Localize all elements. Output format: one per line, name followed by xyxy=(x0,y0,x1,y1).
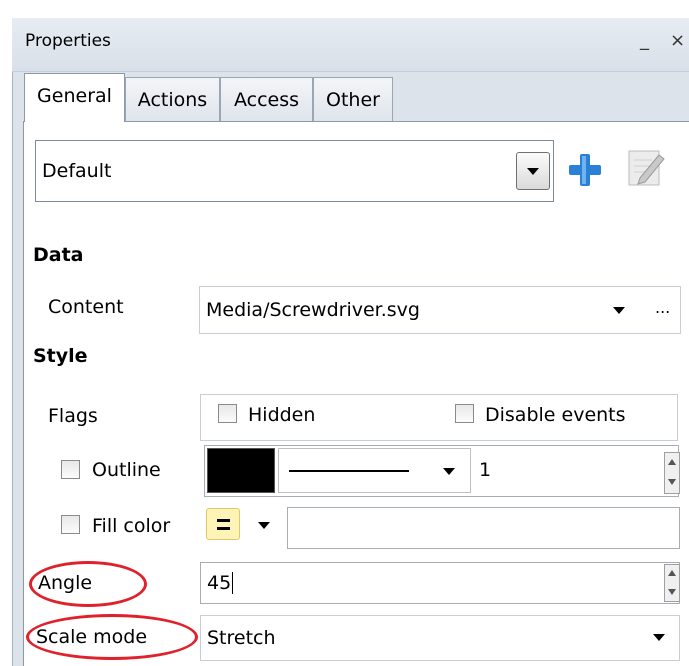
fill-color-field[interactable] xyxy=(287,507,680,549)
chevron-down-icon xyxy=(527,168,539,175)
angle-input[interactable]: 45 xyxy=(200,562,680,604)
outline-width-value[interactable]: 1 xyxy=(479,459,491,481)
preset-dropdown-button[interactable] xyxy=(516,152,550,190)
outline-color-swatch[interactable] xyxy=(207,448,275,493)
disable-events-label: Disable events xyxy=(485,404,626,426)
outline-style-combo[interactable] xyxy=(278,448,471,493)
fill-color-checkbox[interactable] xyxy=(61,515,80,534)
fill-mode-button[interactable] xyxy=(206,508,240,540)
content-label: Content xyxy=(48,296,124,318)
minimize-button[interactable]: _ xyxy=(640,30,649,51)
add-icon[interactable] xyxy=(565,150,605,190)
outline-label: Outline xyxy=(92,459,161,481)
close-button[interactable]: × xyxy=(670,30,685,51)
content-value: Media/Screwdriver.svg xyxy=(206,299,420,321)
angle-label: Angle xyxy=(38,572,93,594)
tab-general[interactable]: General xyxy=(24,73,125,122)
flags-label: Flags xyxy=(48,405,98,427)
section-data: Data xyxy=(33,244,84,266)
line-style-preview xyxy=(289,470,409,472)
fill-mode-dropdown-icon[interactable] xyxy=(258,522,270,529)
angle-spinner[interactable] xyxy=(664,564,680,602)
tab-access[interactable]: Access xyxy=(220,77,313,121)
hidden-checkbox[interactable] xyxy=(218,404,237,423)
chevron-down-icon xyxy=(443,468,455,475)
scale-mode-select[interactable]: Stretch xyxy=(200,615,680,661)
title-bar xyxy=(12,18,689,72)
tab-actions[interactable]: Actions xyxy=(125,77,220,121)
scale-mode-label: Scale mode xyxy=(36,626,148,648)
hidden-label: Hidden xyxy=(248,404,316,426)
panel-title: Properties xyxy=(25,31,111,51)
outline-width-spinner[interactable] xyxy=(664,452,680,494)
disable-events-checkbox[interactable] xyxy=(455,404,474,423)
chevron-down-icon[interactable] xyxy=(653,634,665,641)
angle-value: 45 xyxy=(207,572,232,594)
section-style: Style xyxy=(33,345,88,367)
fill-color-label: Fill color xyxy=(92,515,171,537)
preset-combo[interactable]: Default xyxy=(35,140,554,202)
content-dropdown-icon[interactable] xyxy=(613,307,625,314)
scale-mode-value: Stretch xyxy=(207,627,276,649)
tab-other[interactable]: Other xyxy=(313,77,393,121)
content-field[interactable]: Media/Screwdriver.svg xyxy=(199,286,681,334)
edit-icon[interactable] xyxy=(626,146,666,190)
outline-checkbox[interactable] xyxy=(61,460,80,479)
content-browse-button[interactable]: ... xyxy=(655,298,670,317)
